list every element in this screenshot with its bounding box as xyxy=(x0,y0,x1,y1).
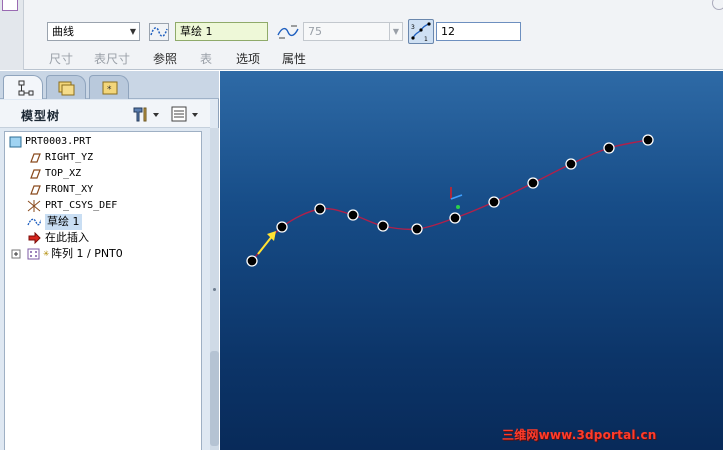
tree-item-pattern[interactable]: ✳ 阵列 1 / PNT0 xyxy=(5,246,201,262)
pattern-type-value: 曲线 xyxy=(52,25,74,38)
part-icon xyxy=(9,136,22,148)
folder-icon xyxy=(58,81,75,96)
tree-item-part[interactable]: PRT0003.PRT xyxy=(5,134,201,150)
svg-text:1: 1 xyxy=(424,36,428,43)
hammer-icon xyxy=(133,107,159,122)
pattern-icon xyxy=(27,248,40,260)
tree-item-insert-here[interactable]: 在此插入 xyxy=(5,230,201,246)
favorites-icon: * xyxy=(102,81,118,95)
tree-settings-button[interactable] xyxy=(131,105,163,123)
sketch-scene xyxy=(246,134,654,267)
pattern-point xyxy=(449,212,461,224)
tree-item-front-xy[interactable]: FRONT_XY xyxy=(5,182,201,198)
csys-z-axis xyxy=(456,205,460,209)
navigator-scrollbar[interactable] xyxy=(210,351,219,446)
pattern-type-select[interactable]: 曲线 ▼ xyxy=(47,22,140,41)
tree-item-label: PRT_CSYS_DEF xyxy=(45,200,118,211)
tree-item-label: 草绘 1 xyxy=(45,214,82,230)
chevron-down-icon: ▼ xyxy=(129,27,136,36)
tree-item-label: TOP_XZ xyxy=(45,168,82,179)
tree-item-label: RIGHT_YZ xyxy=(45,152,94,163)
pattern-point xyxy=(347,209,359,221)
pattern-point xyxy=(246,255,258,267)
watermark-text: 三维网www.3dportal.cn xyxy=(502,428,657,442)
chevron-down-icon: ▼ xyxy=(389,23,402,40)
csys-x-axis xyxy=(450,194,463,200)
tree-item-label: 在此插入 xyxy=(45,231,89,244)
pattern-point xyxy=(314,203,326,215)
curve-reference-icon xyxy=(149,23,169,41)
splitter-grip xyxy=(213,288,216,291)
tree-item-label: PRT0003.PRT xyxy=(25,136,92,147)
pattern-point xyxy=(411,223,423,235)
pattern-point xyxy=(527,177,539,189)
spacing-dimension-select[interactable]: 75 ▼ xyxy=(303,22,403,41)
member-count-button[interactable]: 3 1 xyxy=(408,19,434,44)
member-count-input[interactable]: 12 xyxy=(436,22,521,41)
model-tree-icon xyxy=(18,80,34,96)
tree-item-label: FRONT_XY xyxy=(45,184,94,195)
sketch-curve xyxy=(251,139,649,262)
datum-plane-icon xyxy=(30,169,41,179)
tab-dimensions[interactable]: 尺寸 xyxy=(49,50,73,67)
model-tree: PRT0003.PRT RIGHT_YZ TOP_XZ FRONT_XY PRT_CSY… xyxy=(4,131,202,450)
insert-here-arrow-icon xyxy=(28,232,41,244)
svg-text:3: 3 xyxy=(411,24,415,31)
expand-icon[interactable] xyxy=(11,248,21,260)
tab-model-tree[interactable] xyxy=(3,75,43,99)
csys-icon xyxy=(27,200,41,212)
tab-favorites[interactable]: * xyxy=(89,75,129,99)
model-tree-title: 模型树 xyxy=(21,109,61,123)
model-tree-header: 模型树 xyxy=(0,100,210,128)
tree-item-csys[interactable]: PRT_CSYS_DEF xyxy=(5,198,201,214)
pattern-star-icon: ✳ xyxy=(43,248,50,259)
navigator-tab-strip: * xyxy=(0,71,219,99)
tree-item-label: 阵列 1 / PNT0 xyxy=(51,247,123,260)
sketch-icon xyxy=(27,218,41,226)
pattern-point xyxy=(642,134,654,146)
help-icon[interactable] xyxy=(712,0,723,10)
list-view-icon xyxy=(171,106,198,122)
pattern-point xyxy=(603,142,615,154)
graphics-window[interactable]: 三维网www.3dportal.cn xyxy=(220,71,723,450)
tab-properties[interactable]: 属性 xyxy=(282,50,306,67)
direction-arrow xyxy=(257,234,274,255)
pattern-point xyxy=(565,158,577,170)
member-count-value: 12 xyxy=(441,25,455,38)
dashboard-side-strip xyxy=(0,0,24,70)
tree-view-button[interactable] xyxy=(170,105,202,123)
datum-plane-icon xyxy=(30,153,41,163)
datum-plane-icon xyxy=(30,185,41,195)
dashboard-feature-icon xyxy=(2,0,18,11)
feature-dashboard: 曲线 ▼ 草绘 1 75 ▼ 3 1 12 尺寸 表尺寸 参照 表 选项 属性 xyxy=(0,0,723,70)
pattern-point xyxy=(488,196,500,208)
tree-item-sketch[interactable]: 草绘 1 xyxy=(5,214,201,230)
spacing-dimension-value: 75 xyxy=(308,25,322,38)
pattern-point xyxy=(377,220,389,232)
sketch-reference-value: 草绘 1 xyxy=(180,25,213,38)
tab-table-dimensions[interactable]: 表尺寸 xyxy=(94,50,130,67)
tab-folder-browser[interactable] xyxy=(46,75,86,99)
pattern-point xyxy=(276,221,288,233)
tab-references[interactable]: 参照 xyxy=(153,50,177,67)
tab-options[interactable]: 选项 xyxy=(236,50,260,67)
point-count-icon: 3 1 xyxy=(411,22,431,43)
tree-item-right-yz[interactable]: RIGHT_YZ xyxy=(5,150,201,166)
tab-table[interactable]: 表 xyxy=(200,50,212,67)
spacing-dimension-icon xyxy=(277,25,299,39)
navigator-panel: * 模型树 PRT0003.PRT RIGHT_YZ TOP_XZ FRONT_XY P… xyxy=(0,71,219,450)
sketch-reference-field[interactable]: 草绘 1 xyxy=(175,22,268,41)
tree-item-top-xz[interactable]: TOP_XZ xyxy=(5,166,201,182)
svg-text:*: * xyxy=(107,85,112,95)
